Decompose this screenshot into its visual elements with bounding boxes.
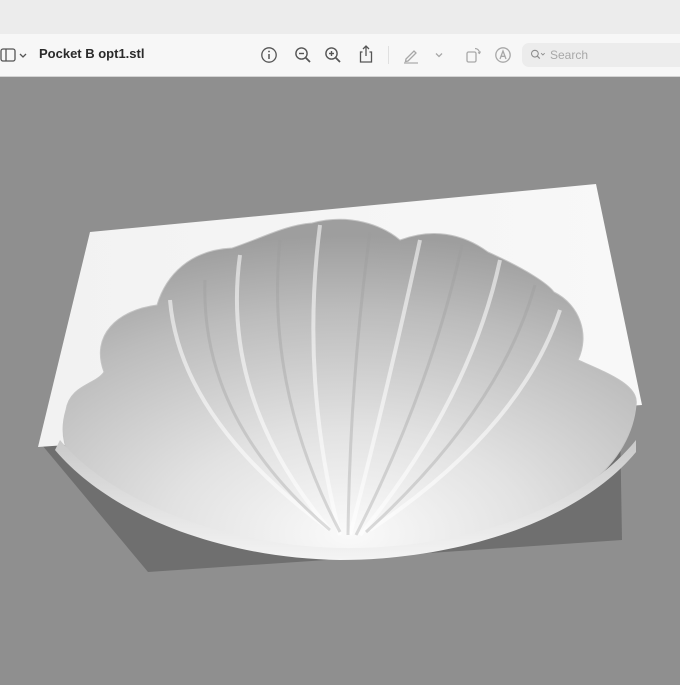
model-viewport[interactable] xyxy=(0,77,680,680)
pencil-icon xyxy=(404,50,418,64)
rotate-icon xyxy=(466,47,481,63)
magnifier-plus-icon xyxy=(325,47,341,63)
annotate-button[interactable] xyxy=(493,45,513,65)
sidebar-icon xyxy=(0,48,27,62)
circled-a-icon xyxy=(495,47,511,63)
chevron-down-icon xyxy=(435,53,443,58)
sidebar-toggle-button[interactable] xyxy=(0,45,30,65)
toolbar-divider xyxy=(388,46,389,64)
info-button[interactable] xyxy=(259,45,279,65)
markup-options-chevron[interactable] xyxy=(433,48,445,62)
zoom-out-button[interactable] xyxy=(293,45,313,65)
share-icon xyxy=(359,45,373,63)
markup-button[interactable] xyxy=(401,45,421,65)
info-circle-icon xyxy=(261,47,277,63)
toolbar: Pocket B opt1.stl xyxy=(0,34,680,77)
rotate-button[interactable] xyxy=(463,45,483,65)
document-title: Pocket B opt1.stl xyxy=(39,46,145,61)
search-input[interactable] xyxy=(550,48,670,62)
magnifier-minus-icon xyxy=(295,47,311,63)
search-field[interactable] xyxy=(522,43,680,67)
share-button[interactable] xyxy=(356,43,376,65)
search-icon xyxy=(530,47,546,63)
stl-model-render xyxy=(38,184,642,572)
window-titlebar-strip xyxy=(0,0,680,34)
zoom-in-button[interactable] xyxy=(323,45,343,65)
